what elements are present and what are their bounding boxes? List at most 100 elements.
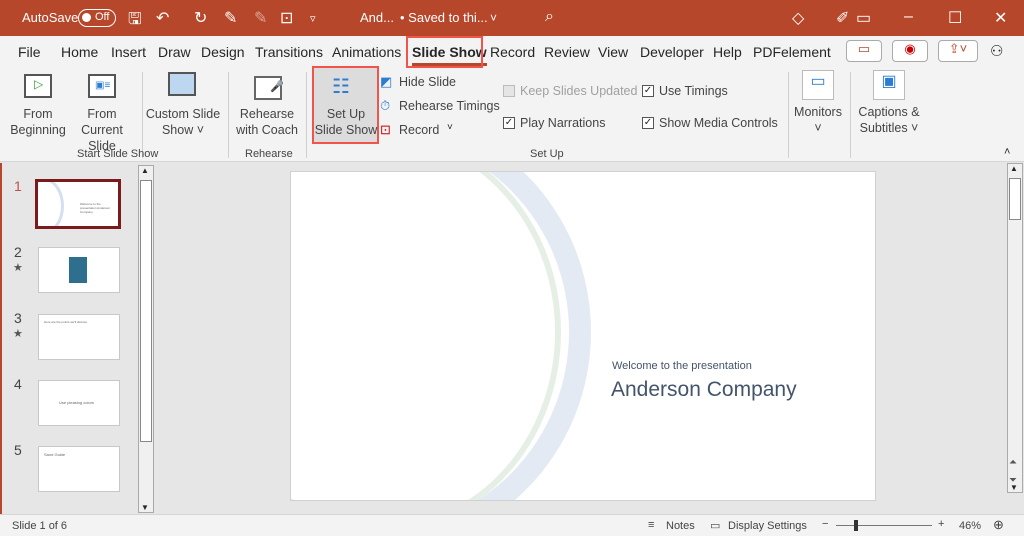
maximize-icon[interactable]: ☐	[948, 8, 962, 28]
thumb-text: Use pleasing colors	[59, 400, 94, 405]
chevron-down-icon[interactable]: ˅	[490, 11, 497, 25]
tab-review[interactable]: Review	[544, 44, 590, 60]
tab-file[interactable]: File	[18, 44, 41, 60]
separator	[142, 72, 143, 158]
tab-design[interactable]: Design	[201, 44, 245, 60]
group-set-up: Set Up	[530, 148, 564, 160]
autosave-label: AutoSave	[22, 10, 79, 25]
notes-button[interactable]: Notes	[666, 520, 695, 532]
slide-thumbnail-1[interactable]: Welcome to the presentation Anderson Com…	[35, 179, 121, 229]
play-narrations-label: Play Narrations	[520, 116, 606, 130]
scroll-thumb[interactable]	[1009, 178, 1021, 220]
pen-icon[interactable]: ✎	[224, 8, 237, 28]
ribbon-tabs: File Home Insert Draw Design Transitions…	[0, 36, 1024, 68]
slide-number: 5	[14, 442, 22, 458]
slide-number: 2	[14, 244, 22, 260]
keep-updated-label: Keep Slides Updated	[520, 84, 638, 98]
use-timings-checkbox[interactable]: ✓	[642, 85, 654, 97]
scroll-down-icon[interactable]: ▼	[141, 503, 149, 512]
keep-updated-checkbox[interactable]	[503, 85, 515, 97]
slide-thumbnail-2[interactable]	[38, 247, 120, 293]
highlight-box	[406, 36, 483, 68]
search-icon[interactable]: ⌕	[545, 8, 554, 26]
previous-slide-icon[interactable]: ⏶	[1009, 458, 1017, 468]
zoom-level[interactable]: 46%	[959, 520, 981, 532]
tab-developer[interactable]: Developer	[640, 44, 704, 60]
diamond-icon[interactable]: ◇	[792, 8, 804, 28]
arc-decoration	[38, 182, 64, 226]
zoom-slider-thumb[interactable]	[854, 520, 858, 531]
customize-icon[interactable]: ▿	[310, 12, 316, 25]
tab-animations[interactable]: Animations	[332, 44, 401, 60]
thumbnail-scrollbar[interactable]: ▲ ▼	[138, 165, 154, 513]
group-start-slide-show: Start Slide Show	[77, 148, 159, 160]
tab-insert[interactable]: Insert	[111, 44, 146, 60]
save-icon[interactable]: 🖫	[128, 8, 142, 35]
timer-icon: ⏱	[380, 98, 391, 113]
tab-view[interactable]: View	[598, 44, 628, 60]
undo-icon[interactable]: ↶	[156, 8, 169, 28]
eraser-icon[interactable]: ✎	[254, 8, 267, 28]
thumb-text: Here are the points we'll discuss	[44, 320, 87, 324]
monitors-label: Monitors ˅	[794, 105, 842, 135]
zoom-out-icon[interactable]: −	[822, 518, 828, 530]
display-settings-icon[interactable]: ▭	[710, 519, 720, 532]
play-slide-icon: ▷	[24, 74, 52, 98]
record-icon: ⊡	[380, 122, 391, 137]
animation-star-icon: ★	[13, 328, 23, 340]
fit-to-window-icon[interactable]: ⊕	[993, 517, 1004, 533]
next-slide-icon[interactable]: ⏷	[1009, 476, 1017, 486]
redo-icon[interactable]: ↻	[194, 8, 207, 28]
tab-pdfelement[interactable]: PDFelement	[753, 44, 831, 60]
separator	[788, 72, 789, 158]
slide-subtitle[interactable]: Welcome to the presentation	[612, 360, 752, 372]
thumb-text: Welcome to the presentation Anderson Com…	[80, 202, 111, 214]
slide-thumbnail-5[interactable]: Sand Guide	[38, 446, 120, 492]
slide-number: 1	[14, 178, 22, 194]
notes-icon[interactable]: ≡	[648, 519, 654, 531]
scroll-thumb[interactable]	[140, 180, 152, 442]
tab-help[interactable]: Help	[713, 44, 742, 60]
document-name[interactable]: And...	[360, 10, 394, 25]
chevron-down-icon: ˅	[447, 122, 453, 133]
captions-label: Captions & Subtitles ˅	[858, 105, 920, 135]
ribbon: ▷ From Beginning ▣≡ From Current Slide Cus…	[0, 66, 1024, 162]
hide-slide-label: Hide Slide	[399, 75, 456, 89]
tab-transitions[interactable]: Transitions	[255, 44, 323, 60]
autosave-toggle[interactable]: Off	[78, 9, 116, 27]
display-settings-button[interactable]: Display Settings	[728, 520, 807, 532]
slide-thumbnail-3[interactable]: Here are the points we'll discuss	[38, 314, 120, 360]
thumb-text: Sand Guide	[44, 452, 66, 457]
zoom-slider[interactable]	[836, 525, 932, 526]
scroll-up-icon[interactable]: ▲	[141, 166, 149, 175]
slide-thumbnail-4[interactable]: Use pleasing colors	[38, 380, 120, 426]
vertical-scrollbar[interactable]: ▲ ▼	[1007, 163, 1023, 493]
close-icon[interactable]: ✕	[994, 8, 1007, 28]
coach-icon[interactable]: ⚇	[990, 42, 1003, 60]
image-placeholder	[69, 257, 87, 283]
play-narrations-checkbox[interactable]: ✓	[503, 117, 515, 129]
comments-button[interactable]: ▭	[846, 40, 882, 62]
coauthor-icon[interactable]: ✐	[836, 8, 849, 28]
tab-home[interactable]: Home	[61, 44, 98, 60]
zoom-in-icon[interactable]: +	[938, 518, 944, 530]
current-slide-icon: ▣≡	[88, 74, 116, 98]
record-button[interactable]: ◉	[892, 40, 928, 62]
rehearse-coach-label: Rehearse with Coach	[236, 107, 298, 137]
slide-title[interactable]: Anderson Company	[611, 378, 797, 402]
present-icon[interactable]: ⊡	[280, 8, 293, 28]
status-bar: Slide 1 of 6 ≡ Notes ▭ Display Settings …	[0, 514, 1024, 536]
arc-decoration	[291, 172, 561, 500]
tab-draw[interactable]: Draw	[158, 44, 191, 60]
highlight-box	[312, 66, 379, 144]
ribbon-display-icon[interactable]: ▭	[856, 8, 871, 28]
scroll-up-icon[interactable]: ▲	[1010, 164, 1018, 173]
minimize-icon[interactable]: –	[904, 8, 913, 26]
tab-record[interactable]: Record	[490, 44, 535, 60]
rehearse-timings-label: Rehearse Timings	[399, 99, 500, 113]
show-media-checkbox[interactable]: ✓	[642, 117, 654, 129]
share-button[interactable]: ⇪˅	[938, 40, 978, 62]
slide-canvas[interactable]: Welcome to the presentation Anderson Com…	[290, 171, 876, 501]
collapse-ribbon-icon[interactable]: ˄	[1004, 146, 1010, 158]
save-status[interactable]: • Saved to thi...	[400, 10, 488, 25]
